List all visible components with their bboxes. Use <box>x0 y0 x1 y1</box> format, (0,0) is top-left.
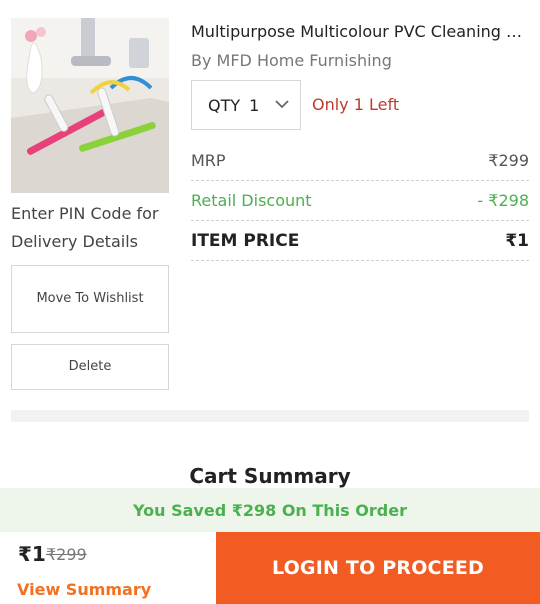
discount-value: - ₹298 <box>477 191 529 210</box>
item-price-value: ₹1 <box>505 230 529 251</box>
checkout-bar: ₹1 ₹299 View Summary LOGIN TO PROCEED <box>0 532 540 604</box>
pin-code-prompt[interactable]: Enter PIN Code for Delivery Details <box>11 200 181 256</box>
discount-label: Retail Discount <box>191 191 312 210</box>
wiper-product-image <box>11 18 169 193</box>
section-divider <box>11 410 529 422</box>
stock-status: Only 1 Left <box>312 95 400 114</box>
total-mrp-strikethrough: ₹299 <box>46 545 87 564</box>
discount-row: Retail Discount - ₹298 <box>191 181 529 221</box>
qty-label: QTY <box>208 95 241 115</box>
chevron-down-icon <box>275 100 289 109</box>
savings-banner: You Saved ₹298 On This Order <box>0 488 540 532</box>
product-image[interactable] <box>11 18 169 193</box>
move-to-wishlist-button[interactable]: Move To Wishlist <box>11 265 169 333</box>
delete-button[interactable]: Delete <box>11 344 169 390</box>
quantity-select[interactable]: QTY 1 <box>191 80 301 130</box>
product-title[interactable]: Multipurpose Multicolour PVC Cleaning Wi… <box>191 22 531 41</box>
mrp-row: MRP ₹299 <box>191 141 529 181</box>
mrp-value: ₹299 <box>488 151 529 170</box>
view-summary-link[interactable]: View Summary <box>17 580 151 599</box>
mrp-label: MRP <box>191 151 226 170</box>
login-to-proceed-button[interactable]: LOGIN TO PROCEED <box>216 532 540 604</box>
product-brand: By MFD Home Furnishing <box>191 51 392 70</box>
total-price: ₹1 <box>18 542 46 566</box>
item-price-label: ITEM PRICE <box>191 230 300 251</box>
qty-value: 1 <box>249 95 260 115</box>
cart-summary-heading: Cart Summary <box>189 464 351 488</box>
item-price-row: ITEM PRICE ₹1 <box>191 221 529 261</box>
